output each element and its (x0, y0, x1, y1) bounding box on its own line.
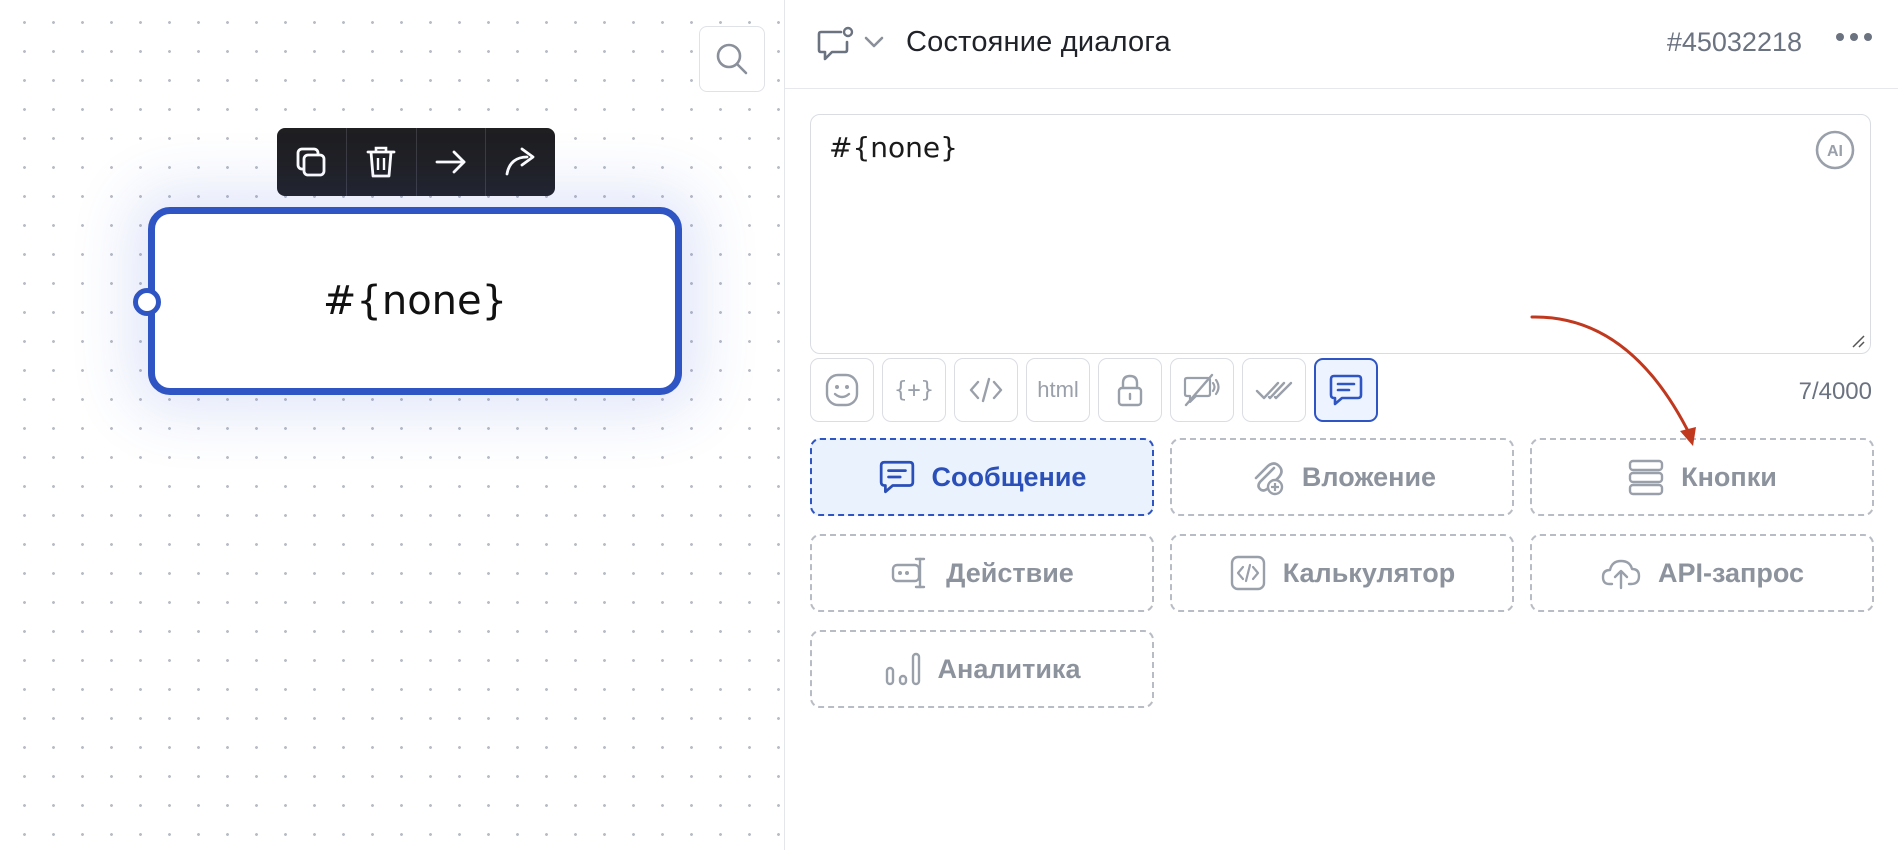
chat-bubble-icon (817, 26, 854, 61)
ai-badge-label: AI (1827, 143, 1843, 160)
properties-panel: Состояние диалога #45032218 #{none} AI {… (785, 0, 1898, 850)
message-icon (879, 460, 914, 494)
emoji-button[interactable] (810, 358, 874, 422)
block-label: Действие (946, 557, 1074, 588)
calculator-icon (1230, 555, 1265, 591)
block-calculator-button[interactable]: Калькулятор (1170, 534, 1514, 612)
smile-icon (825, 373, 859, 407)
code-icon (969, 377, 1003, 403)
voice-off-button[interactable] (1170, 358, 1234, 422)
block-label: Вложение (1301, 461, 1437, 492)
format-toolbar: {+} html (810, 358, 1378, 422)
node-text: #{none} (322, 278, 508, 324)
panel-title: Состояние диалога (906, 26, 1171, 58)
panel-header: Состояние диалога #45032218 (785, 0, 1898, 89)
resize-grip-icon[interactable] (1850, 333, 1866, 349)
copy-icon (296, 147, 326, 177)
insert-code-button[interactable] (954, 358, 1018, 422)
buttons-icon (1628, 459, 1664, 496)
more-options-icon[interactable] (1834, 30, 1874, 44)
flow-canvas[interactable]: #{none} (0, 0, 785, 850)
block-label: Аналитика (937, 653, 1081, 684)
message-mode-button[interactable] (1314, 358, 1378, 422)
connect-node-button[interactable] (417, 128, 487, 196)
block-label: Кнопки (1681, 461, 1777, 492)
block-label: Калькулятор (1282, 557, 1456, 588)
ai-assistant-icon[interactable]: AI (1814, 129, 1856, 171)
delete-node-button[interactable] (347, 128, 417, 196)
canvas-search-button[interactable] (699, 26, 765, 92)
character-counter: 7/4000 (1798, 378, 1872, 405)
lock-icon (1117, 374, 1143, 407)
block-label: API-запрос (1657, 557, 1805, 588)
action-icon (891, 557, 926, 589)
message-text[interactable]: #{none} (829, 131, 958, 164)
message-icon (1329, 374, 1363, 406)
analytics-icon (885, 652, 920, 686)
block-analytics-button[interactable]: Аналитика (810, 630, 1154, 708)
trash-icon (366, 146, 396, 178)
html-mode-button[interactable]: html (1026, 358, 1090, 422)
dialog-state-node[interactable]: #{none} (133, 207, 682, 395)
chevron-down-icon[interactable] (863, 34, 885, 50)
block-label: Сообщение (931, 461, 1087, 492)
annotation-arrow (1530, 315, 1696, 446)
node-input-port[interactable] (133, 288, 161, 316)
read-receipt-button[interactable] (1242, 358, 1306, 422)
arrow-right-icon (435, 150, 466, 174)
block-action-button[interactable]: Действие (810, 534, 1154, 612)
block-message-button[interactable]: Сообщение (810, 438, 1154, 516)
attachment-icon (1254, 462, 1284, 496)
share-node-button[interactable] (486, 128, 555, 196)
voice-off-icon (1183, 373, 1220, 407)
node-id: #45032218 (1666, 27, 1802, 57)
block-attachment-button[interactable]: Вложение (1170, 438, 1514, 516)
share-icon (505, 147, 535, 176)
cloud-upload-icon (1601, 559, 1641, 590)
lock-button[interactable] (1098, 358, 1162, 422)
braces-icon: {+} (894, 377, 934, 403)
insert-variable-button[interactable]: {+} (882, 358, 946, 422)
node-toolbar (277, 128, 555, 196)
copy-node-button[interactable] (277, 128, 347, 196)
html-label: html (1037, 377, 1079, 402)
block-api-request-button[interactable]: API-запрос (1530, 534, 1874, 612)
search-icon (716, 43, 748, 75)
double-check-icon (1255, 381, 1293, 400)
